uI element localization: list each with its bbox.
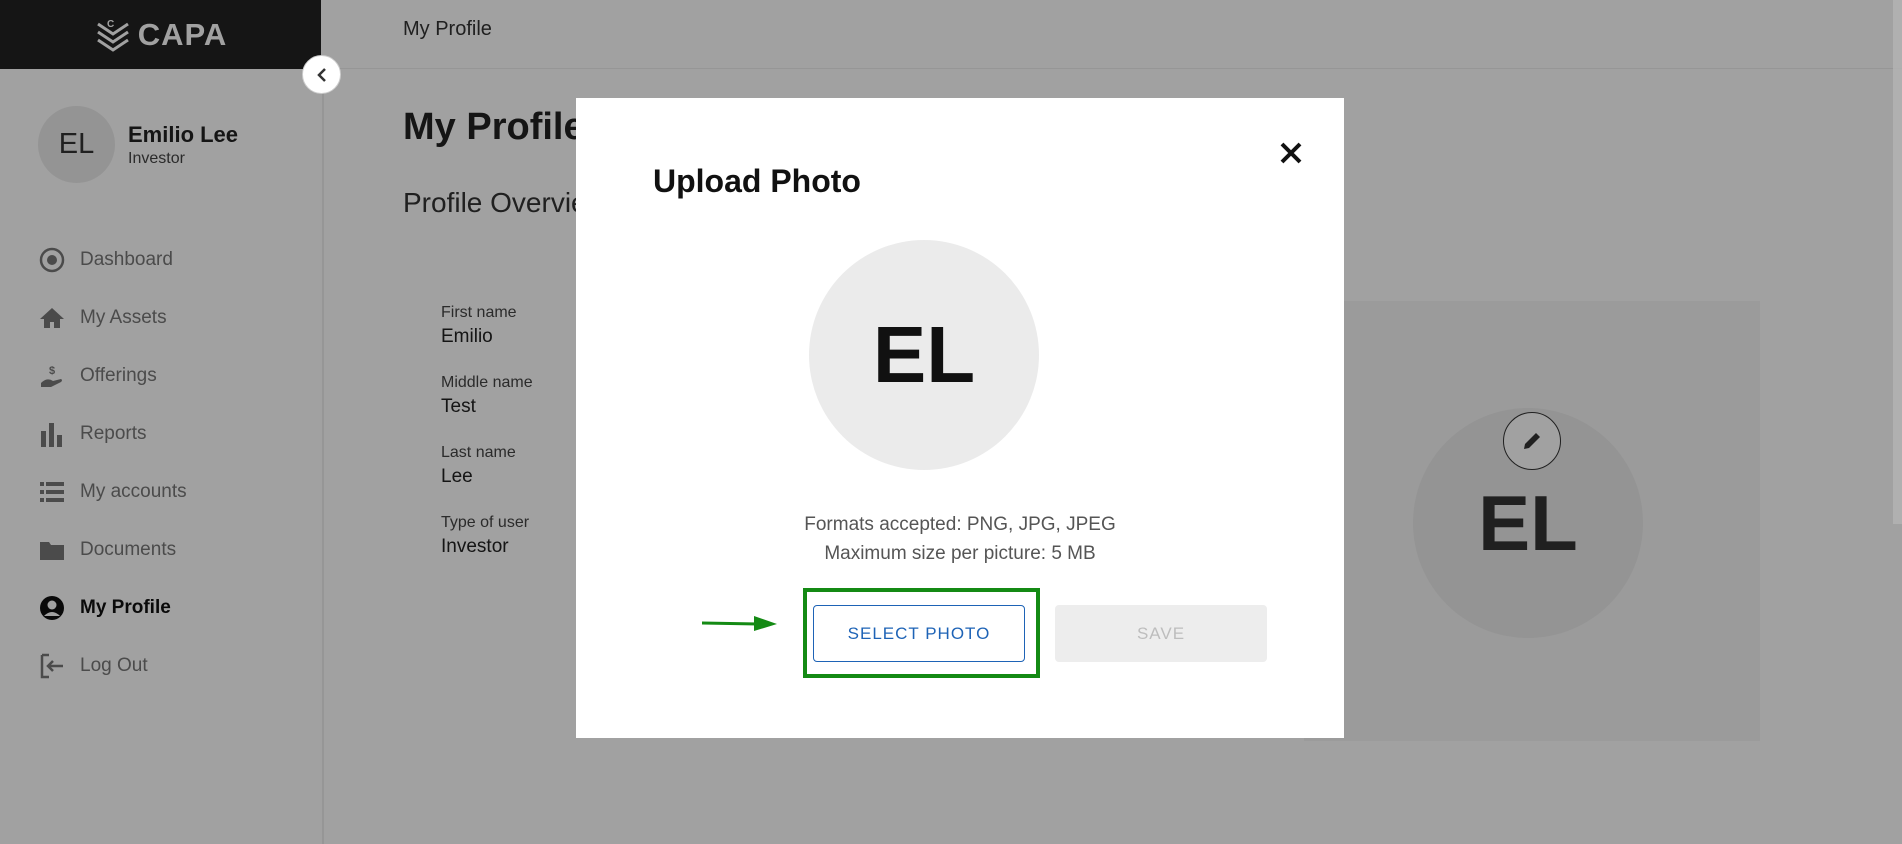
select-photo-button[interactable]: SELECT PHOTO xyxy=(813,605,1025,662)
max-size-text: Maximum size per picture: 5 MB xyxy=(824,543,1096,564)
upload-photo-dialog: Upload Photo EL Formats accepted: PNG, J… xyxy=(576,98,1344,738)
collapse-sidebar-button[interactable] xyxy=(302,55,341,94)
save-button[interactable]: SAVE xyxy=(1055,605,1267,662)
scrollbar[interactable] xyxy=(1893,0,1902,524)
chevron-left-icon xyxy=(316,67,326,82)
upload-requirements: Formats accepted: PNG, JPG, JPEG Maximum… xyxy=(576,510,1344,568)
dialog-title: Upload Photo xyxy=(653,163,861,199)
close-button[interactable] xyxy=(1274,136,1308,170)
formats-text: Formats accepted: PNG, JPG, JPEG xyxy=(804,514,1116,535)
pointer-arrow-icon xyxy=(702,616,777,631)
close-icon xyxy=(1280,142,1302,164)
photo-preview-avatar: EL xyxy=(809,240,1039,470)
